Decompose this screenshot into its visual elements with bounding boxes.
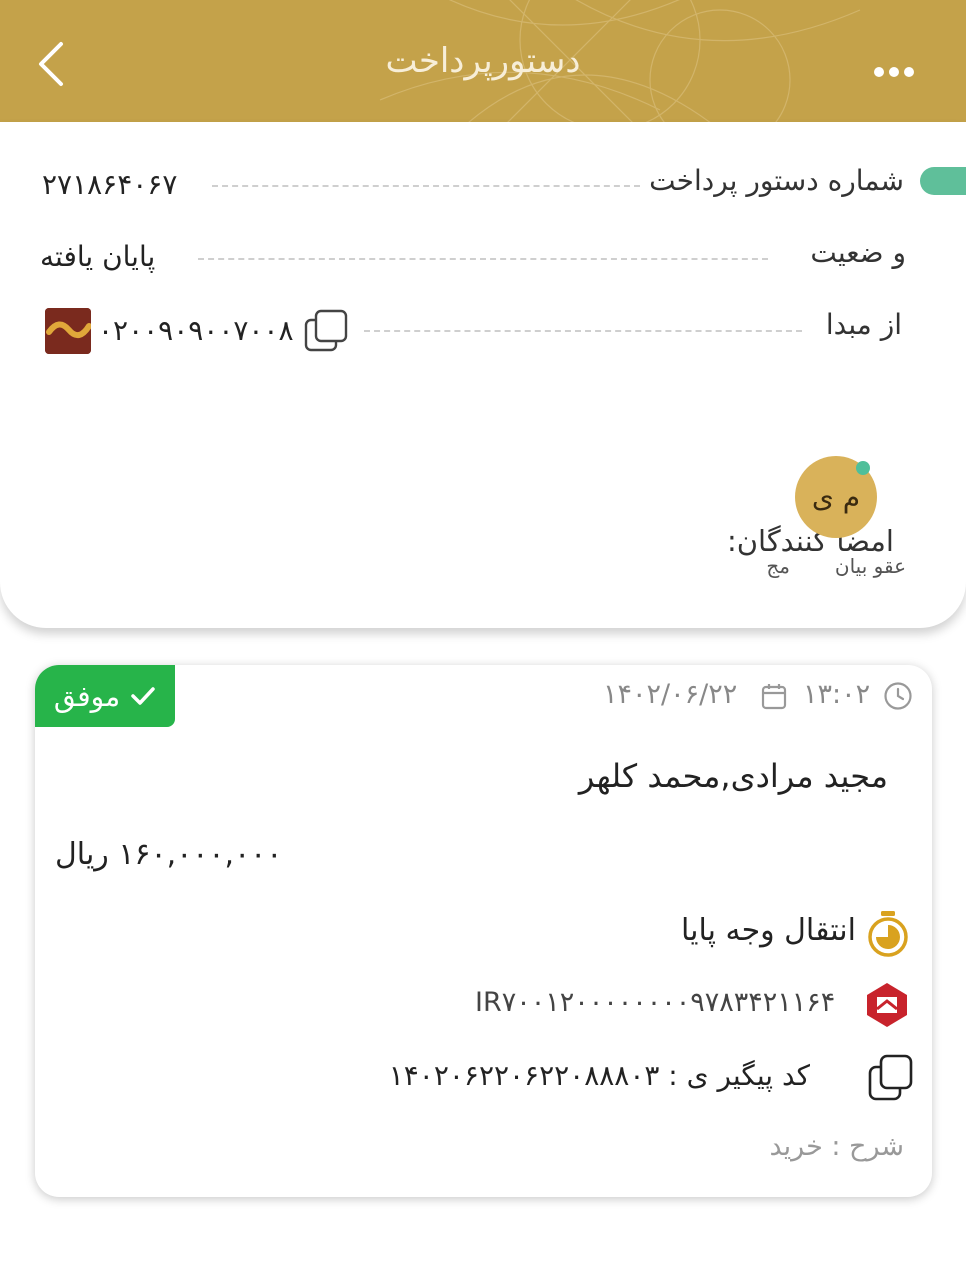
clock-icon: [884, 682, 912, 710]
more-dot: [874, 67, 884, 77]
calendar-icon: [761, 684, 787, 710]
copy-icon[interactable]: [867, 1053, 915, 1103]
stopwatch-icon: [868, 911, 908, 957]
check-icon: [131, 687, 155, 705]
status-label: و ضعیت: [810, 236, 906, 269]
destination-iban: IR۷۰۰۱۲۰۰۰۰۰۰۰۰۹۷۸۳۴۲۱۱۶۴: [475, 987, 836, 1018]
more-dot: [889, 67, 899, 77]
transaction-type: انتقال وجه پایا: [680, 913, 856, 948]
order-number-value: ۲۷۱۸۶۴۰۶۷: [42, 168, 178, 201]
transaction-parties: مجید مرادی,محمد کلهر: [578, 757, 888, 795]
status-row: و ضعیت پایان یافته: [0, 236, 966, 286]
app-header: دستورپرداخت: [0, 0, 966, 122]
status-label: موفق: [53, 679, 121, 713]
source-label: از مبدا: [825, 308, 902, 341]
status-badge: موفق: [35, 665, 175, 727]
transaction-description: شرح : خرید: [769, 1131, 905, 1162]
divider-dots: [198, 258, 768, 260]
more-options-button[interactable]: [864, 48, 924, 96]
order-details-card: شماره دستور پرداخت ۲۷۱۸۶۴۰۶۷ و ضعیت پایا…: [0, 122, 966, 628]
transaction-card[interactable]: موفق ۱۳:۰۲ ۱۴۰۲/۰۶/۲۲ مجید مرادی,محمد کل…: [35, 665, 932, 1197]
order-number-label: شماره دستور پرداخت: [649, 164, 904, 197]
status-value: پایان یافته: [40, 240, 156, 273]
bank-melli-logo: [867, 983, 907, 1027]
copy-icon[interactable]: [303, 308, 349, 354]
page-title: دستورپرداخت: [385, 41, 581, 81]
transaction-amount: ۱۶۰,۰۰۰,۰۰۰ ریال: [55, 837, 283, 872]
transaction-date: ۱۴۰۲/۰۶/۲۲: [603, 679, 738, 710]
tracking-code: کد پیگیر ی : ۱۴۰۲۰۶۲۲۰۶۲۲۰۸۸۸۰۳: [388, 1059, 810, 1092]
more-dot: [904, 67, 914, 77]
order-number-row: شماره دستور پرداخت ۲۷۱۸۶۴۰۶۷: [0, 164, 966, 214]
transaction-time: ۱۳:۰۲: [803, 679, 871, 710]
online-indicator: [856, 461, 870, 475]
signer-name-second: مج: [766, 554, 790, 578]
source-account-value: ۰۲۰۰۹۰۹۰۰۷۰۰۸: [98, 314, 294, 347]
divider-dots: [364, 330, 802, 332]
signer-name-first: عقو بیان: [834, 554, 906, 578]
bank-logo: [45, 308, 91, 354]
divider-dots: [212, 185, 640, 187]
source-row: از مبدا ۰۲۰۰۹۰۹۰۰۷۰۰۸: [0, 308, 966, 358]
